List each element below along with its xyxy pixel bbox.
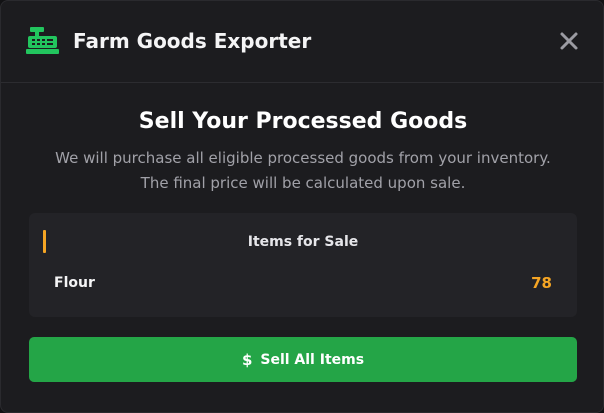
item-name: Flour <box>54 275 95 291</box>
modal-header: Farm Goods Exporter <box>1 1 603 83</box>
modal-title: Farm Goods Exporter <box>73 29 312 53</box>
items-for-sale-panel: Items for Sale Flour 78 <box>29 213 577 317</box>
sell-all-button[interactable]: $ Sell All Items <box>29 337 577 382</box>
close-icon[interactable] <box>557 29 581 53</box>
sell-all-label: Sell All Items <box>260 351 365 368</box>
exporter-modal: Farm Goods Exporter Sell Your Processed … <box>0 0 604 413</box>
items-panel-title: Items for Sale <box>247 234 359 250</box>
item-quantity: 78 <box>531 274 552 292</box>
page-title: Sell Your Processed Goods <box>138 109 468 134</box>
dollar-icon: $ <box>241 350 253 369</box>
description-line-2: The final price will be calculated upon … <box>140 174 466 192</box>
list-item: Flour 78 <box>29 271 577 295</box>
description-line-1: We will purchase all eligible processed … <box>55 149 551 167</box>
cash-register-icon <box>26 27 59 54</box>
